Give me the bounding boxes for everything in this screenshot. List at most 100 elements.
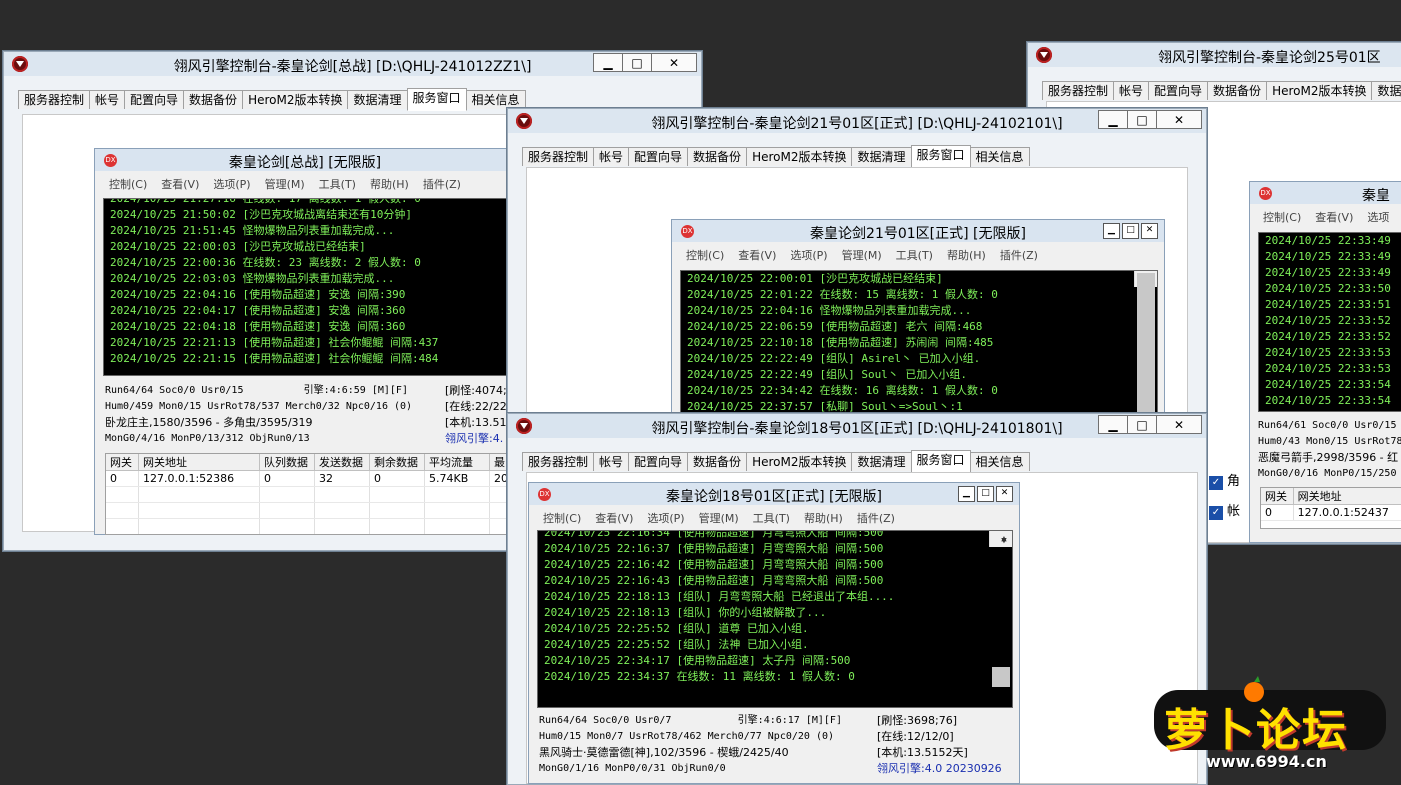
tab-data-cleanup[interactable]: 数据清理 (851, 452, 912, 471)
gateway-table[interactable]: 网关 网关地址 0 127.0.0.1:52437 (1260, 487, 1401, 529)
tab-data-cleanup[interactable]: 数据清理 (1371, 81, 1401, 100)
menu-control[interactable]: 控制(C) (1263, 209, 1301, 225)
scroll-thumb[interactable] (992, 667, 1010, 687)
menu-manage[interactable]: 管理(M) (699, 510, 739, 526)
tab-data-backup[interactable]: 数据备份 (687, 147, 748, 166)
inner-maximize-button[interactable]: □ (1122, 223, 1139, 239)
menu-view[interactable]: 查看(V) (738, 247, 776, 263)
window-18[interactable]: 翎风引擎控制台-秦皇论剑18号01区[正式] [D:\QHLJ-24101801… (507, 413, 1207, 785)
tab-herom2-convert[interactable]: HeroM2版本转换 (1266, 81, 1373, 100)
tab-related-info[interactable]: 相关信息 (465, 90, 526, 109)
tab-account[interactable]: 帐号 (1113, 81, 1150, 100)
inner-window-25[interactable]: DX 秦皇 控制(C) 查看(V) 选项 2024/10/25 22:33:49… (1249, 181, 1401, 543)
tab-config-wizard[interactable]: 配置向导 (124, 90, 185, 109)
scroll-down-icon[interactable]: ▼ (990, 533, 1012, 547)
minimize-button[interactable]: ▁ (1098, 415, 1128, 434)
col-avg-traffic[interactable]: 平均流量 (424, 454, 490, 471)
inner-close-button[interactable]: ✕ (1141, 223, 1158, 239)
close-button[interactable]: ✕ (1156, 110, 1202, 129)
tab-account[interactable]: 帐号 (89, 90, 126, 109)
scroll-thumb[interactable] (1137, 273, 1155, 423)
menu-view[interactable]: 查看(V) (595, 510, 633, 526)
tab-herom2-convert[interactable]: HeroM2版本转换 (242, 90, 349, 109)
log-console[interactable]: 2024/10/25 21:27:16 在线数: 17 离线数: 1 假人数: … (103, 198, 525, 376)
menu-help[interactable]: 帮助(H) (804, 510, 843, 526)
tab-data-backup[interactable]: 数据备份 (183, 90, 244, 109)
close-button[interactable]: ✕ (1156, 415, 1202, 434)
cell: 0 (259, 470, 315, 487)
checkbox-role[interactable]: ✓ 角 (1209, 470, 1240, 490)
menu-plugins[interactable]: 插件(Z) (857, 510, 895, 526)
tab-data-cleanup[interactable]: 数据清理 (851, 147, 912, 166)
menu-manage[interactable]: 管理(M) (265, 176, 305, 192)
tab-server-control[interactable]: 服务器控制 (18, 90, 91, 109)
tab-service-window[interactable]: 服务窗口 (910, 145, 971, 168)
log-scrollbar[interactable] (1134, 271, 1157, 423)
tab-config-wizard[interactable]: 配置向导 (1148, 81, 1209, 100)
tab-herom2-convert[interactable]: HeroM2版本转换 (746, 147, 853, 166)
menu-view[interactable]: 查看(V) (1315, 209, 1353, 225)
checkbox-account[interactable]: ✓ 帐 (1209, 500, 1240, 520)
maximize-button[interactable]: □ (622, 53, 652, 72)
col-queue-data[interactable]: 队列数据 (259, 454, 315, 471)
menu-control[interactable]: 控制(C) (109, 176, 147, 192)
tab-server-control[interactable]: 服务器控制 (522, 452, 595, 471)
table-row[interactable]: 0 127.0.0.1:52386 0 32 0 5.74KB 20 (106, 470, 513, 487)
dx-icon: DX (1259, 187, 1272, 200)
menu-help[interactable]: 帮助(H) (947, 247, 986, 263)
menu-help[interactable]: 帮助(H) (370, 176, 409, 192)
inner-window-18[interactable]: DX 秦皇论剑18号01区[正式] [无限版] ▁ □ ✕ 控制(C) 查看(V… (528, 482, 1020, 784)
col-gateway[interactable]: 网关 (106, 454, 139, 471)
tab-herom2-convert[interactable]: HeroM2版本转换 (746, 452, 853, 471)
tab-server-control[interactable]: 服务器控制 (522, 147, 595, 166)
inner-close-button[interactable]: ✕ (996, 486, 1013, 502)
menu-tools[interactable]: 工具(T) (896, 247, 933, 263)
maximize-button[interactable]: □ (1127, 415, 1157, 434)
tab-data-backup[interactable]: 数据备份 (687, 452, 748, 471)
menu-manage[interactable]: 管理(M) (842, 247, 882, 263)
menu-options[interactable]: 选项 (1367, 209, 1389, 225)
inner-minimize-button[interactable]: ▁ (1103, 223, 1120, 239)
log-scrollbar[interactable]: ▲ ▼ (989, 531, 1012, 687)
log-console[interactable]: 2024/10/25 22:33:49 2024/10/25 22:33:49 … (1258, 232, 1401, 412)
menu-tools[interactable]: 工具(T) (319, 176, 356, 192)
tab-config-wizard[interactable]: 配置向导 (628, 147, 689, 166)
tab-server-control[interactable]: 服务器控制 (1042, 81, 1115, 100)
menu-options[interactable]: 选项(P) (213, 176, 250, 192)
menu-view[interactable]: 查看(V) (161, 176, 199, 192)
title-bar[interactable]: 翎风引擎控制台-秦皇论剑18号01区[正式] [D:\QHLJ-24101801… (508, 414, 1206, 438)
inner-maximize-button[interactable]: □ (977, 486, 994, 502)
tab-data-cleanup[interactable]: 数据清理 (347, 90, 408, 109)
col-gateway-address[interactable]: 网关地址 (1293, 488, 1401, 505)
title-bar[interactable]: 翎风引擎控制台-秦皇论剑[总战] [D:\QHLJ-241012ZZ1\] ▁ … (4, 52, 701, 76)
menu-options[interactable]: 选项(P) (790, 247, 827, 263)
tab-data-backup[interactable]: 数据备份 (1207, 81, 1268, 100)
col-remain-data[interactable]: 剩余数据 (369, 454, 425, 471)
log-console[interactable]: 2024/10/25 22:16:34 [使用物品超速] 月弯弯照大船 间隔:5… (537, 530, 1013, 708)
tab-config-wizard[interactable]: 配置向导 (628, 452, 689, 471)
tab-related-info[interactable]: 相关信息 (969, 147, 1030, 166)
tab-service-window[interactable]: 服务窗口 (910, 450, 971, 473)
title-bar[interactable]: 翎风引擎控制台-秦皇论剑25号01区 (1028, 43, 1401, 67)
title-bar[interactable]: 翎风引擎控制台-秦皇论剑21号01区[正式] [D:\QHLJ-24102101… (508, 109, 1206, 133)
menu-control[interactable]: 控制(C) (543, 510, 581, 526)
tab-account[interactable]: 帐号 (593, 147, 630, 166)
close-button[interactable]: ✕ (651, 53, 697, 72)
tab-related-info[interactable]: 相关信息 (969, 452, 1030, 471)
gateway-table[interactable]: 网关 网关地址 队列数据 发送数据 剩余数据 平均流量 最 0 127.0.0.… (105, 453, 517, 535)
menu-options[interactable]: 选项(P) (647, 510, 684, 526)
menu-control[interactable]: 控制(C) (686, 247, 724, 263)
menu-plugins[interactable]: 插件(Z) (1000, 247, 1038, 263)
menu-plugins[interactable]: 插件(Z) (423, 176, 461, 192)
tab-account[interactable]: 帐号 (593, 452, 630, 471)
menu-tools[interactable]: 工具(T) (753, 510, 790, 526)
tab-service-window[interactable]: 服务窗口 (406, 88, 467, 111)
col-send-data[interactable]: 发送数据 (314, 454, 370, 471)
col-gateway[interactable]: 网关 (1261, 488, 1294, 505)
table-row[interactable]: 0 127.0.0.1:52437 (1261, 504, 1401, 521)
maximize-button[interactable]: □ (1127, 110, 1157, 129)
col-gateway-address[interactable]: 网关地址 (138, 454, 260, 471)
inner-minimize-button[interactable]: ▁ (958, 486, 975, 502)
minimize-button[interactable]: ▁ (593, 53, 623, 72)
minimize-button[interactable]: ▁ (1098, 110, 1128, 129)
